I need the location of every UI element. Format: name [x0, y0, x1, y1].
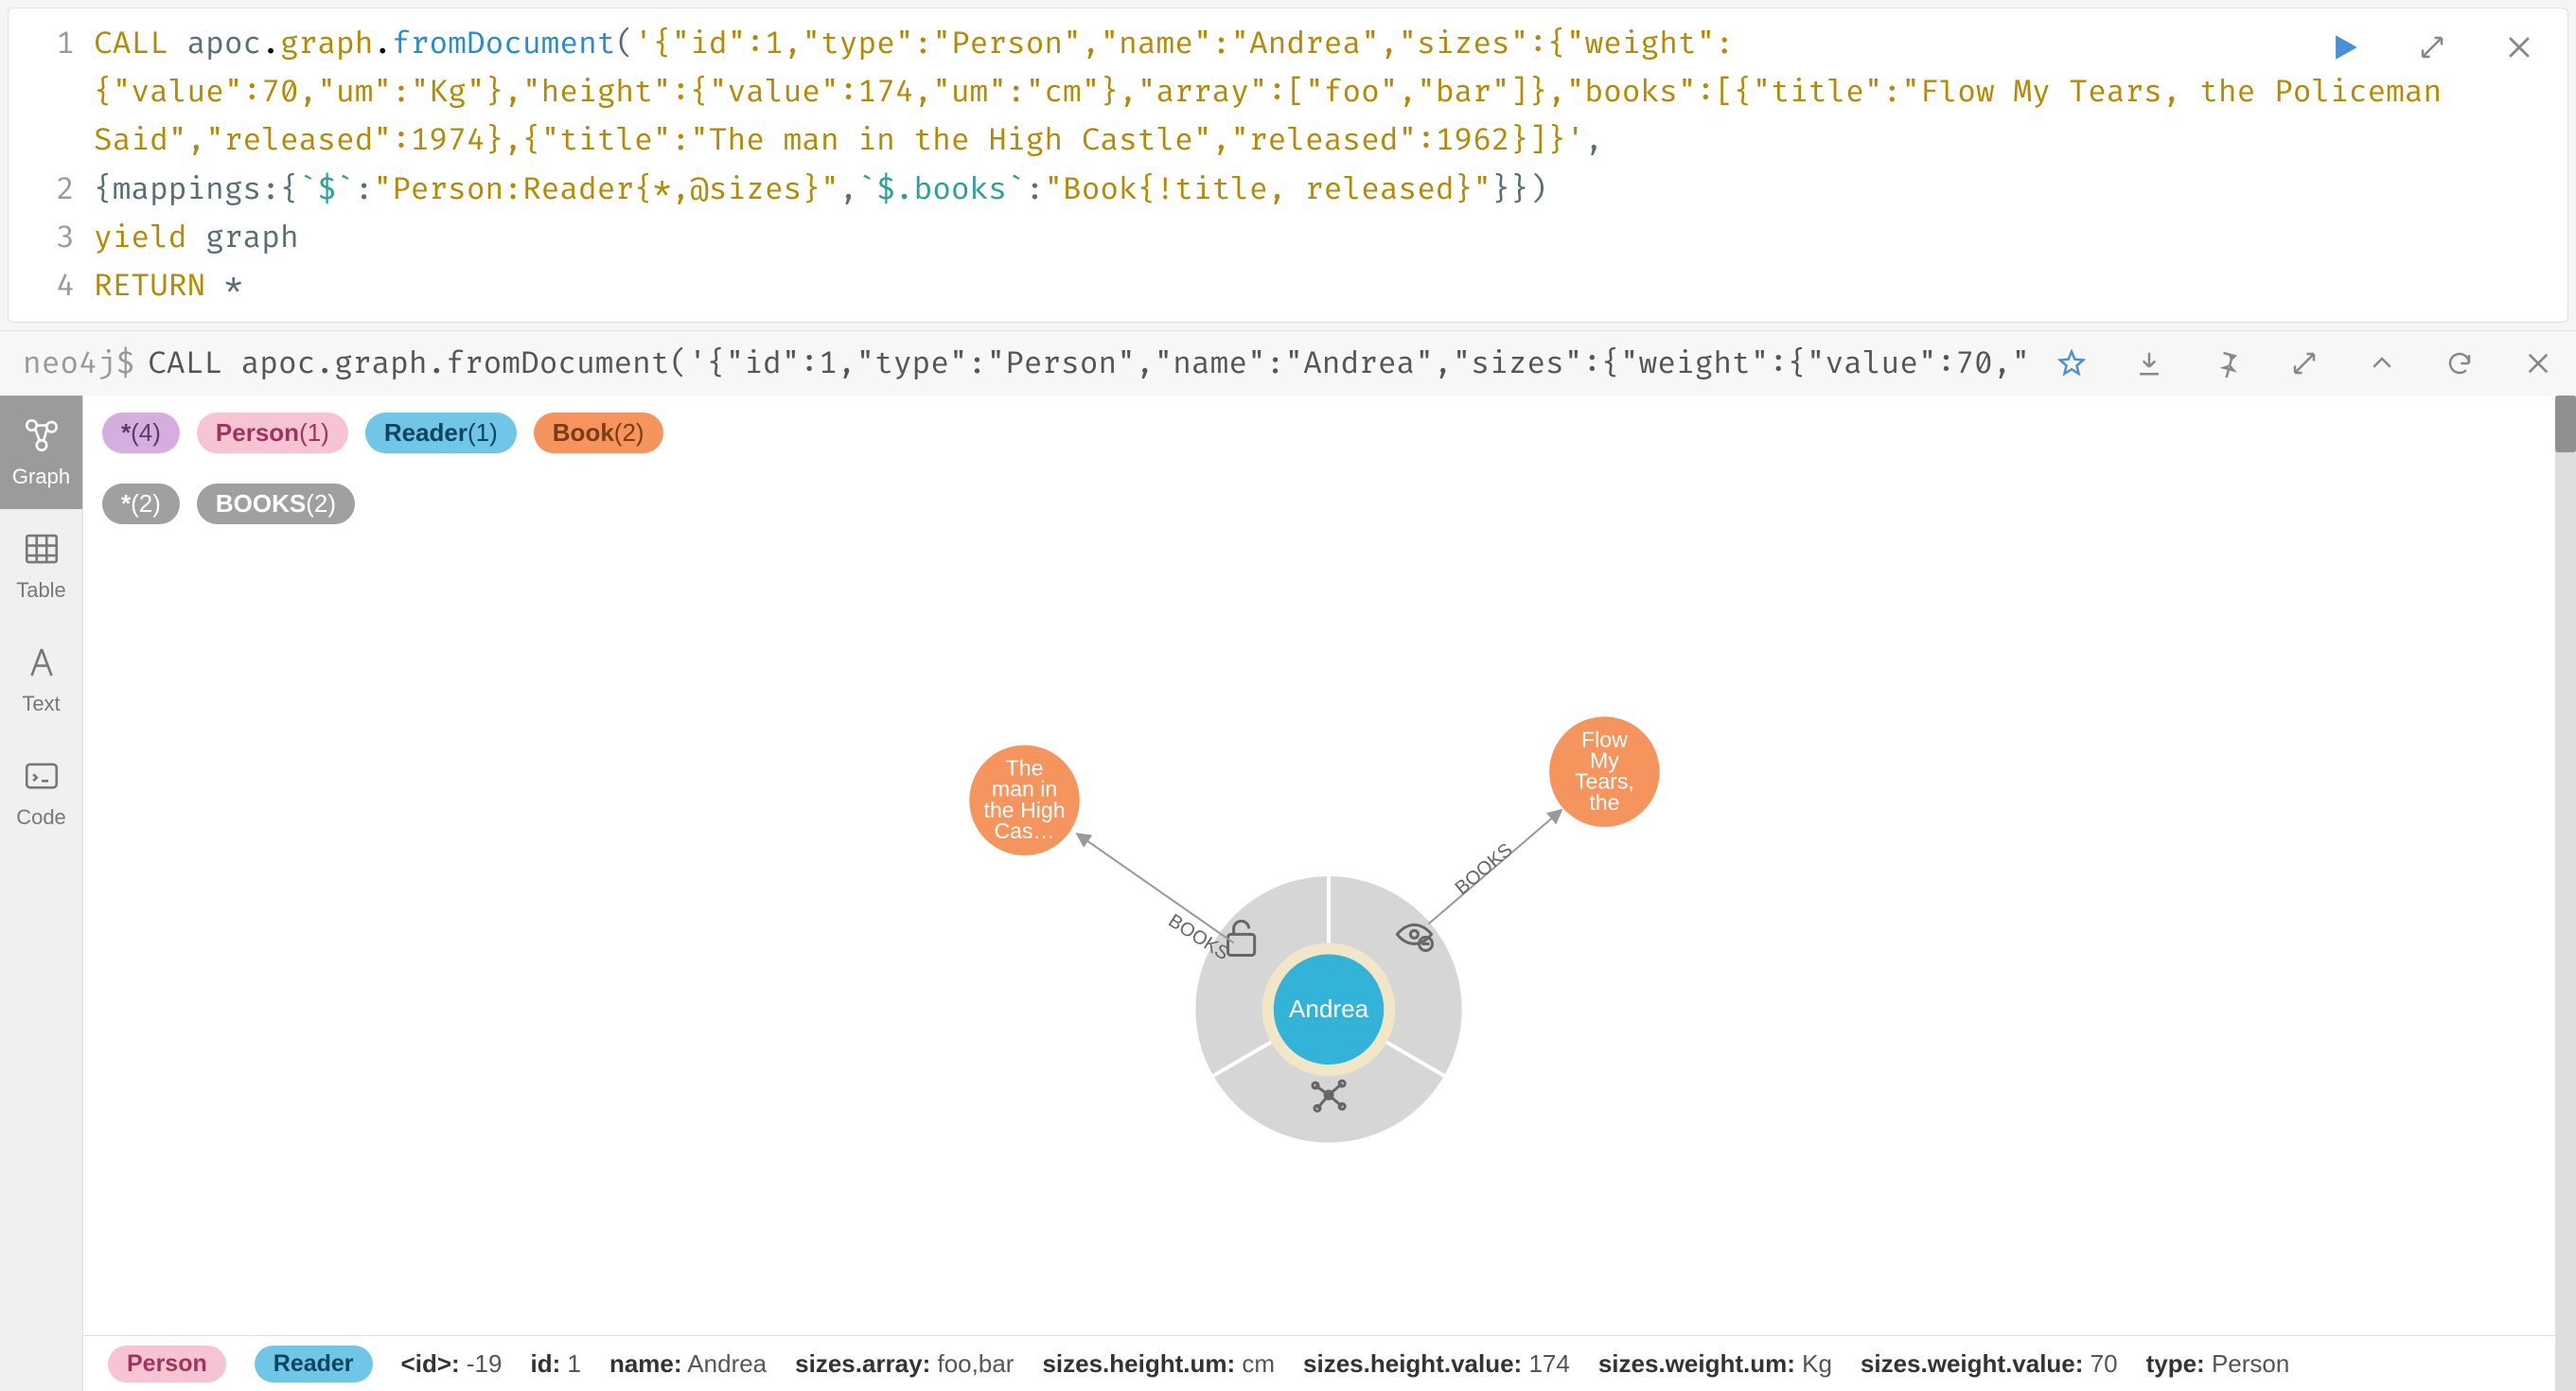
kv-array: sizes.array: foo,bar — [795, 1349, 1014, 1379]
kv-name: name: Andrea — [609, 1349, 767, 1379]
tab-graph-label: Graph — [12, 465, 70, 489]
scrollbar[interactable] — [2555, 396, 2576, 1391]
query-editor[interactable]: 1 CALL apoc.graph.fromDocument('{"id":1,… — [8, 8, 2568, 323]
kv-type: type: Person — [2146, 1349, 2290, 1379]
pin-button[interactable] — [2213, 348, 2241, 379]
status-bar: Person Reader <id>: -19 id: 1 name: Andr… — [83, 1335, 2555, 1391]
collapse-button[interactable] — [2368, 348, 2396, 379]
editor-line-1: CALL apoc.graph.fromDocument('{"id":1,"t… — [94, 20, 1734, 68]
nodepill-star[interactable]: *(4) — [102, 413, 180, 453]
nodepill-reader[interactable]: Reader(1) — [365, 413, 517, 453]
nodepill-person[interactable]: Person(1) — [197, 413, 348, 453]
close-editor-button[interactable] — [2499, 27, 2539, 67]
graph-icon — [22, 415, 62, 455]
node-andrea-label: Andrea — [1289, 995, 1369, 1023]
run-query-button[interactable] — [2325, 27, 2365, 67]
expand-editor-button[interactable] — [2412, 27, 2452, 67]
tab-table[interactable]: Table — [0, 509, 82, 623]
label-pills: *(4) Person(1) Reader(1) Book(2) *(2) BO… — [83, 396, 2555, 541]
relpill-books[interactable]: BOOKS(2) — [197, 484, 355, 524]
fullscreen-button[interactable] — [2290, 348, 2319, 379]
gutter-1: 1 — [27, 20, 75, 68]
editor-line-4: RETURN * — [94, 262, 243, 310]
result-area: Graph Table Text Code *(4) Person(1) Rea… — [0, 396, 2576, 1391]
edge-books-1[interactable] — [1077, 834, 1234, 943]
code-icon — [22, 756, 62, 796]
tab-code[interactable]: Code — [0, 736, 82, 850]
close-result-button[interactable] — [2523, 348, 2553, 379]
tab-text[interactable]: Text — [0, 623, 82, 736]
center-node-menu[interactable]: Andrea — [1195, 876, 1461, 1142]
rerun-button[interactable] — [2445, 348, 2474, 379]
status-pill-person[interactable]: Person — [108, 1346, 226, 1382]
gutter-3: 3 — [27, 214, 75, 262]
editor-line-3: yield graph — [94, 214, 299, 262]
tab-table-label: Table — [16, 578, 66, 603]
kv-height-um: sizes.height.um: cm — [1042, 1349, 1275, 1379]
table-icon — [22, 529, 62, 569]
status-pill-reader[interactable]: Reader — [255, 1346, 373, 1382]
gutter-4: 4 — [27, 262, 75, 310]
node-book-2[interactable]: Flow My Tears, the — [1549, 716, 1660, 827]
node-book-1[interactable]: The man in the High Cas… — [969, 746, 1080, 856]
kv-height-val: sizes.height.value: 174 — [1303, 1349, 1570, 1379]
edge-label-2: BOOKS — [1452, 839, 1517, 899]
tab-text-label: Text — [22, 692, 60, 716]
view-tabs: Graph Table Text Code — [0, 396, 83, 1391]
command-text: CALL apoc.graph.fromDocument('{"id":1,"t… — [148, 344, 2029, 382]
editor-line-1b: {"value":70,"um":"Kg"},"height":{"value"… — [94, 68, 2549, 165]
svg-text:the: the — [1589, 790, 1619, 815]
kv-weight-val: sizes.weight.value: 70 — [1861, 1349, 2118, 1379]
gutter-2: 2 — [27, 166, 75, 214]
command-bar: neo4j$ CALL apoc.graph.fromDocument('{"i… — [0, 330, 2576, 396]
download-button[interactable] — [2135, 348, 2163, 379]
nodepill-book[interactable]: Book(2) — [534, 413, 663, 453]
kv-id-internal: <id>: -19 — [401, 1349, 503, 1379]
kv-id: id: 1 — [530, 1349, 580, 1379]
relpill-star[interactable]: *(2) — [102, 484, 180, 524]
tab-graph[interactable]: Graph — [0, 396, 82, 509]
svg-text:Cas…: Cas… — [994, 819, 1054, 843]
kv-weight-um: sizes.weight.um: Kg — [1598, 1349, 1832, 1379]
favorite-button[interactable] — [2057, 348, 2086, 379]
graph-canvas[interactable]: Andrea BOOKS BOOKS The man in the High C… — [83, 541, 2555, 1335]
editor-line-2: {mappings:{`$`:"Person:Reader{*,@sizes}"… — [94, 166, 1547, 214]
text-icon — [22, 643, 62, 682]
prompt: neo4j$ — [23, 344, 134, 382]
tab-code-label: Code — [16, 805, 66, 830]
